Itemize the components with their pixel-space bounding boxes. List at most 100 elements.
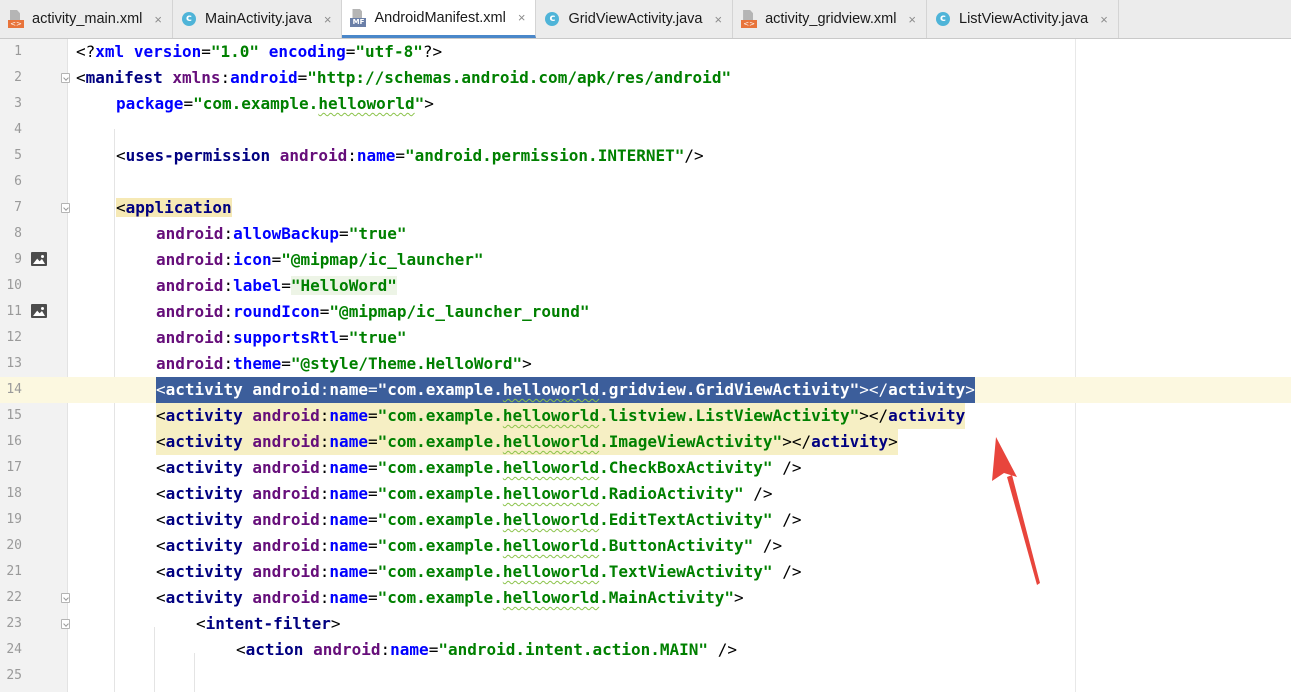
red-arrow-annotation [992,437,1040,585]
arrow-shaft [1007,475,1040,585]
code-line[interactable]: 8 android:allowBackup="true" [0,221,1291,247]
code-line[interactable]: 3 package="com.example.helloworld"> [0,91,1291,117]
line-code: <activity android:name="com.example.hell… [156,510,802,529]
fold-marker-icon[interactable] [61,593,70,603]
line-number: 10 [6,278,22,293]
line-number: 25 [6,668,22,683]
line-code: android:supportsRtl="true" [156,328,407,347]
code-line[interactable]: 24 <action android:name="android.intent.a… [0,637,1291,663]
tab-label: ListViewActivity.java [959,11,1089,27]
tab-listviewactivity-java[interactable]: ListViewActivity.java × [927,0,1119,38]
code-line[interactable]: 16 <activity android:name="com.example.he… [0,429,1291,455]
code-line[interactable]: 4 [0,117,1291,143]
line-code: <action android:name="android.intent.act… [236,640,737,659]
manifest-file-icon [350,9,367,27]
line-number: 6 [14,174,22,189]
line-code: <application [116,198,232,217]
line-code: android:icon="@mipmap/ic_launcher" [156,250,484,269]
line-number: 2 [14,70,22,85]
xml-file-icon [8,10,24,28]
ide-window: activity_main.xml×MainActivity.java×Andr… [0,0,1291,692]
line-code: package="com.example.helloworld"> [116,94,434,113]
line-number: 14 [6,382,22,397]
line-number: 9 [14,252,22,267]
tab-activity-gridview-xml[interactable]: activity_gridview.xml × [733,0,928,38]
code-line[interactable]: 12 android:supportsRtl="true" [0,325,1291,351]
tab-label: AndroidManifest.xml [374,9,506,26]
line-code: android:roundIcon="@mipmap/ic_launcher_r… [156,302,590,321]
tab-label: activity_main.xml [32,11,143,27]
code-line[interactable]: 6 [0,169,1291,195]
line-number: 4 [14,122,22,137]
java-class-icon [935,10,951,28]
code-editor[interactable]: 1 <?xml version="1.0" encoding="utf-8"?> 2… [0,39,1291,692]
line-code: <activity android:name="com.example.hell… [156,588,744,607]
code-line[interactable]: 19 <activity android:name="com.example.he… [0,507,1291,533]
tab-mainactivity-java[interactable]: MainActivity.java × [173,0,343,38]
line-code: <activity android:name="com.example.hell… [156,429,898,455]
code-line[interactable]: 20 <activity android:name="com.example.he… [0,533,1291,559]
fold-marker-icon[interactable] [61,73,70,83]
line-number: 15 [6,408,22,423]
line-number: 21 [6,564,22,579]
line-code: android:allowBackup="true" [156,224,407,243]
line-number: 3 [14,96,22,111]
tab-gridviewactivity-java[interactable]: GridViewActivity.java × [536,0,734,38]
tab-label: GridViewActivity.java [568,11,703,27]
line-code: <activity android:name="com.example.hell… [156,458,802,477]
line-code: <?xml version="1.0" encoding="utf-8"?> [76,42,443,61]
close-icon[interactable]: × [518,10,526,25]
code-line[interactable]: 25 [0,663,1291,689]
editor-tab-bar: activity_main.xml×MainActivity.java×Andr… [0,0,1291,39]
fold-marker-icon[interactable] [61,619,70,629]
line-code: <intent-filter> [196,614,341,633]
line-number: 8 [14,226,22,241]
close-icon[interactable]: × [908,12,916,27]
line-number: 13 [6,356,22,371]
line-code: <uses-permission android:name="android.p… [116,146,704,165]
code-line[interactable]: 10 android:label="HelloWord" [0,273,1291,299]
line-code: <activity android:name="com.example.hell… [156,562,802,581]
line-number: 16 [6,434,22,449]
line-number: 11 [6,304,22,319]
code-line[interactable]: 11 android:roundIcon="@mipmap/ic_launcher… [0,299,1291,325]
code-line[interactable]: 17 <activity android:name="com.example.he… [0,455,1291,481]
code-line[interactable]: 15 <activity android:name="com.example.he… [0,403,1291,429]
code-line[interactable]: 18 <activity android:name="com.example.he… [0,481,1291,507]
line-code: <activity android:name="com.example.hell… [156,403,966,429]
line-number: 24 [6,642,22,657]
close-icon[interactable]: × [324,12,332,27]
line-code: android:theme="@style/Theme.HelloWord"> [156,354,532,373]
java-class-icon [181,10,197,28]
fold-marker-icon[interactable] [61,203,70,213]
code-line[interactable]: 5 <uses-permission android:name="android.… [0,143,1291,169]
line-number: 20 [6,538,22,553]
tab-activity-main-xml[interactable]: activity_main.xml × [0,0,173,38]
line-code: <activity android:name="com.example.hell… [156,484,773,503]
line-code: <activity android:name="com.example.hell… [156,377,975,403]
code-line[interactable]: 1 <?xml version="1.0" encoding="utf-8"?> [0,39,1291,65]
code-line[interactable]: 13 android:theme="@style/Theme.HelloWord"… [0,351,1291,377]
close-icon[interactable]: × [714,12,722,27]
code-line[interactable]: 2 <manifest xmlns:android="http://schemas… [0,65,1291,91]
line-number: 5 [14,148,22,163]
close-icon[interactable]: × [1100,12,1108,27]
close-icon[interactable]: × [154,12,162,27]
code-line[interactable]: 14 <activity android:name="com.example.he… [0,377,1291,403]
code-line[interactable]: 21 <activity android:name="com.example.he… [0,559,1291,585]
java-class-icon [544,10,560,28]
code-line[interactable]: 22 <activity android:name="com.example.he… [0,585,1291,611]
tab-androidmanifest-xml[interactable]: AndroidManifest.xml × [342,0,537,38]
line-code: android:label="HelloWord" [156,276,397,295]
tab-label: MainActivity.java [204,11,312,27]
code-line[interactable]: 23 <intent-filter> [0,611,1291,637]
line-number: 17 [6,460,22,475]
image-resource-icon[interactable] [31,304,47,318]
line-number: 12 [6,330,22,345]
code-line[interactable]: 7 <application [0,195,1291,221]
code-line[interactable]: 9 android:icon="@mipmap/ic_launcher" [0,247,1291,273]
image-resource-icon[interactable] [31,252,47,266]
line-number: 19 [6,512,22,527]
xml-file-icon [741,10,758,28]
tab-label: activity_gridview.xml [765,11,897,27]
